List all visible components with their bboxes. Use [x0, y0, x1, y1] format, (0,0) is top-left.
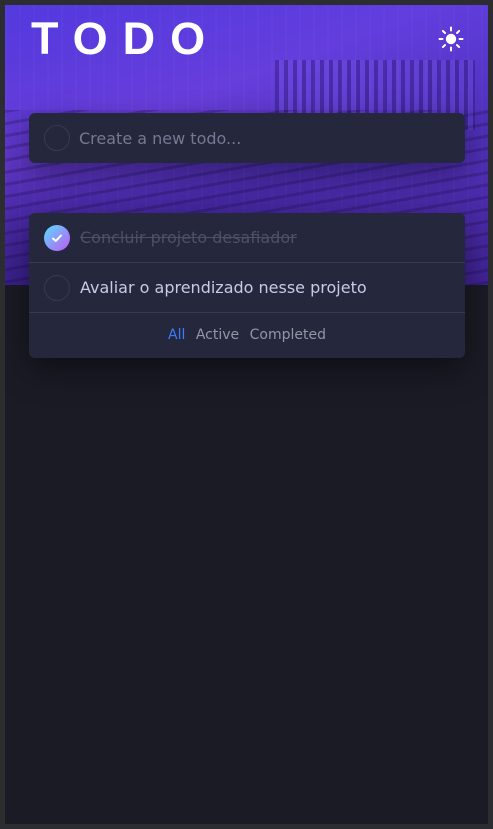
new-todo-bar [29, 113, 465, 163]
todo-item[interactable]: Avaliar o aprendizado nesse projeto [29, 263, 465, 313]
check-icon [52, 234, 62, 242]
filter-completed[interactable]: Completed [250, 327, 326, 343]
sun-icon [438, 26, 464, 52]
todo-app: TODO Concluir p [5, 5, 488, 824]
filter-bar: All Active Completed [29, 313, 465, 358]
new-todo-input[interactable] [79, 113, 449, 163]
todo-text: Concluir projeto desafiador [80, 228, 297, 247]
filter-active[interactable]: Active [196, 327, 239, 343]
todo-checkbox[interactable] [44, 275, 70, 301]
theme-toggle-button[interactable] [438, 26, 464, 52]
new-todo-circle[interactable] [44, 125, 70, 151]
todo-item[interactable]: Concluir projeto desafiador [29, 213, 465, 263]
app-title: TODO [31, 13, 221, 64]
filter-all[interactable]: All [168, 327, 185, 343]
todo-checkbox-checked[interactable] [44, 225, 70, 251]
todo-list: Concluir projeto desafiador Avaliar o ap… [29, 213, 465, 358]
todo-text: Avaliar o aprendizado nesse projeto [80, 278, 367, 297]
